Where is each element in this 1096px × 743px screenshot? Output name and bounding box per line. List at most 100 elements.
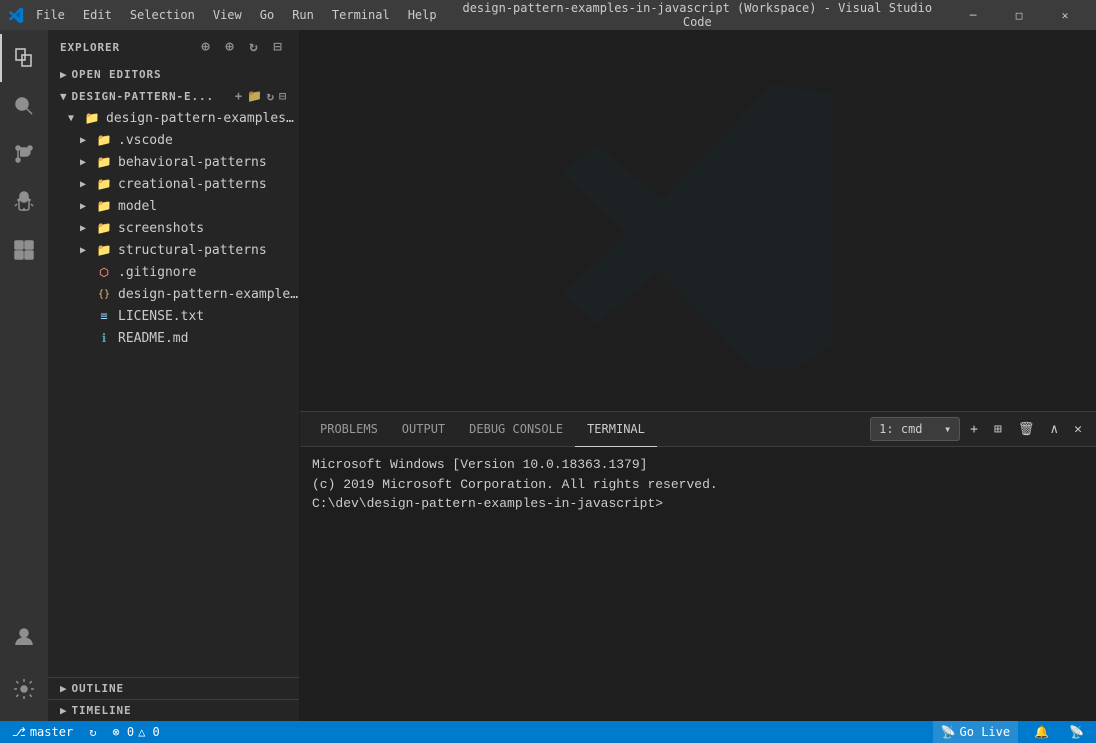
maximize-button[interactable]: □ [996, 0, 1042, 30]
tree-item-screenshots[interactable]: ▶ 📁 screenshots [48, 217, 299, 239]
menu-selection[interactable]: Selection [122, 6, 203, 24]
activity-source-control[interactable] [0, 130, 48, 178]
add-terminal-button[interactable]: + [964, 415, 984, 443]
model-icon: 📁 [96, 198, 112, 214]
tree-item-vscode[interactable]: ▶ 📁 .vscode [48, 129, 299, 151]
sidebar-header: EXPLORER ⊕ ⊕ ↻ ⊟ [48, 30, 299, 64]
menu-help[interactable]: Help [400, 6, 445, 24]
model-label: model [118, 199, 299, 214]
terminal-controls: 1: cmd ▾ + ⊞ 🗑 ∧ ✕ [870, 415, 1088, 443]
app-icon [8, 7, 24, 23]
model-arrow: ▶ [80, 201, 96, 212]
behavioral-arrow: ▶ [80, 157, 96, 168]
tab-problems[interactable]: PROBLEMS [308, 412, 390, 447]
terminal-content[interactable]: Microsoft Windows [Version 10.0.18363.13… [300, 447, 1096, 721]
tab-debug-console[interactable]: DEBUG CONSOLE [457, 412, 575, 447]
creational-arrow: ▶ [80, 179, 96, 190]
go-live-label: Go Live [960, 725, 1011, 739]
refresh-icon[interactable]: ↻ [245, 38, 263, 56]
menu-edit[interactable]: Edit [75, 6, 120, 24]
open-editors-section[interactable]: ▶ OPEN EDITORS [48, 64, 299, 85]
tree-item-creational[interactable]: ▶ 📁 creational-patterns [48, 173, 299, 195]
explorer-title: EXPLORER [60, 41, 120, 54]
errors-label: ⊗ 0 [112, 725, 134, 739]
menu-view[interactable]: View [205, 6, 250, 24]
ws-collapse-icon[interactable]: ⊟ [279, 89, 287, 103]
menu-go[interactable]: Go [252, 6, 282, 24]
timeline-arrow: ▶ [60, 704, 68, 717]
vscode-arrow: ▶ [80, 135, 96, 146]
broadcast-icon: 📡 [941, 725, 956, 739]
go-live-button[interactable]: 📡 Go Live [933, 721, 1019, 743]
collapse-icon[interactable]: ⊟ [269, 38, 287, 56]
git-branch-label: master [30, 725, 73, 739]
vscode-watermark [548, 69, 848, 373]
activity-debug[interactable] [0, 178, 48, 226]
tree-item-behavioral[interactable]: ▶ 📁 behavioral-patterns [48, 151, 299, 173]
maximize-panel-button[interactable]: ∧ [1044, 415, 1064, 443]
tree-item-license[interactable]: ≡ LICENSE.txt [48, 305, 299, 327]
activity-extensions[interactable] [0, 226, 48, 274]
root-folder-item[interactable]: ▼ 📁 design-pattern-examples-in-javascr..… [48, 107, 299, 129]
new-folder-icon[interactable]: ⊕ [221, 38, 239, 56]
menu-file[interactable]: File [28, 6, 73, 24]
notifications-icon: 🔔 [1034, 725, 1049, 739]
screenshots-label: screenshots [118, 221, 299, 236]
activity-search[interactable] [0, 82, 48, 130]
tree-item-readme[interactable]: ℹ README.md [48, 327, 299, 349]
root-folder-arrow: ▼ [68, 113, 84, 124]
menu-run[interactable]: Run [284, 6, 322, 24]
menu-terminal[interactable]: Terminal [324, 6, 398, 24]
activity-settings[interactable] [0, 665, 48, 713]
terminal-tab-bar: PROBLEMS OUTPUT DEBUG CONSOLE TERMINAL 1… [300, 412, 1096, 447]
tree-item-json[interactable]: {} design-pattern-examples-in-javas... [48, 283, 299, 305]
trash-terminal-button[interactable]: 🗑 [1012, 415, 1041, 443]
screenshots-arrow: ▶ [80, 223, 96, 234]
ws-newfile-icon[interactable]: + [235, 89, 243, 103]
json-icon: {} [96, 286, 112, 302]
tree-item-structural[interactable]: ▶ 📁 structural-patterns [48, 239, 299, 261]
activity-account[interactable] [0, 613, 48, 661]
terminal-line-2: (c) 2019 Microsoft Corporation. All righ… [312, 475, 1084, 495]
new-file-icon[interactable]: ⊕ [197, 38, 215, 56]
split-terminal-button[interactable]: ⊞ [988, 415, 1008, 443]
close-panel-button[interactable]: ✕ [1068, 415, 1088, 443]
sync-button[interactable]: ↻ [85, 721, 100, 743]
close-button[interactable]: ✕ [1042, 0, 1088, 30]
open-editors-arrow: ▶ [60, 68, 68, 81]
tab-terminal[interactable]: TERMINAL [575, 412, 657, 447]
gitignore-label: .gitignore [118, 265, 299, 280]
ws-newfolder-icon[interactable]: 📁 [247, 89, 263, 103]
outline-label[interactable]: ▶ OUTLINE [48, 678, 299, 699]
open-editors-label: OPEN EDITORS [72, 68, 162, 81]
behavioral-label: behavioral-patterns [118, 155, 299, 170]
sidebar: EXPLORER ⊕ ⊕ ↻ ⊟ ▶ OPEN EDITORS ▼ DESIGN… [48, 30, 300, 721]
license-label: LICENSE.txt [118, 309, 299, 324]
status-right: 📡 Go Live 🔔 📡 [933, 721, 1088, 743]
timeline-text: TIMELINE [72, 704, 132, 717]
errors-count[interactable]: ⊗ 0 △ 0 [108, 721, 163, 743]
ws-refresh-icon[interactable]: ↻ [267, 89, 275, 103]
workspace-arrow: ▼ [60, 90, 68, 103]
creational-label: creational-patterns [118, 177, 299, 192]
broadcast-button[interactable]: 📡 [1065, 721, 1088, 743]
sync-icon: ↻ [89, 725, 96, 739]
tab-output[interactable]: OUTPUT [390, 412, 457, 447]
activity-explorer[interactable] [0, 34, 48, 82]
tree-item-model[interactable]: ▶ 📁 model [48, 195, 299, 217]
minimize-button[interactable]: ─ [950, 0, 996, 30]
terminal-prompt: C:\dev\design-pattern-examples-in-javasc… [312, 494, 1084, 514]
notifications-button[interactable]: 🔔 [1030, 721, 1053, 743]
workspace-section[interactable]: ▼ DESIGN-PATTERN-E... + 📁 ↻ ⊟ [48, 85, 299, 107]
tree-item-gitignore[interactable]: ⬡ .gitignore [48, 261, 299, 283]
editor-area[interactable] [300, 30, 1096, 411]
git-branch[interactable]: ⎇ master [8, 721, 77, 743]
status-bar: ⎇ master ↻ ⊗ 0 △ 0 📡 Go Live 🔔 📡 [0, 721, 1096, 743]
terminal-instance-dropdown[interactable]: 1: cmd ▾ [870, 417, 960, 441]
title-bar: File Edit Selection View Go Run Terminal… [0, 0, 1096, 30]
terminal-instance-label: 1: cmd [879, 422, 922, 436]
screenshots-icon: 📁 [96, 220, 112, 236]
timeline-label[interactable]: ▶ TIMELINE [48, 700, 299, 721]
window-controls: ─ □ ✕ [950, 0, 1088, 30]
outline-arrow: ▶ [60, 682, 68, 695]
